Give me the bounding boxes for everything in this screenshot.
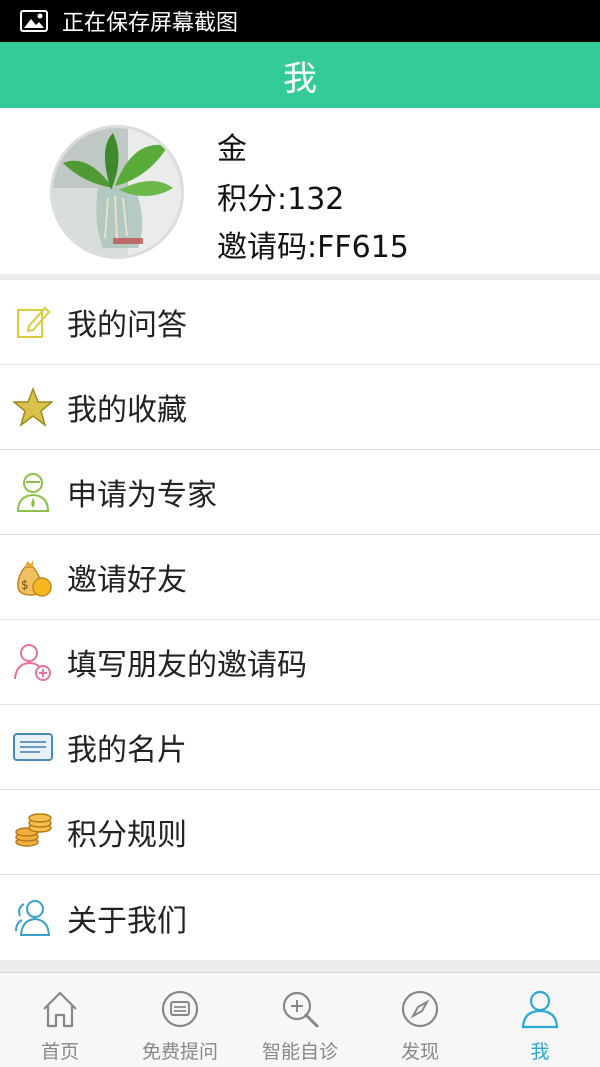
add-user-icon — [13, 642, 53, 682]
card-icon — [13, 727, 53, 767]
menu-item-favorites[interactable]: 我的收藏 — [0, 365, 600, 450]
menu-item-about-us[interactable]: 关于我们 — [0, 875, 600, 960]
tab-me[interactable]: 我 — [480, 973, 600, 1067]
menu-label: 申请为专家 — [67, 478, 217, 513]
home-icon — [38, 987, 82, 1031]
menu-label: 我的名片 — [67, 733, 187, 768]
tab-free-ask[interactable]: 免费提问 — [120, 973, 240, 1067]
tab-label: 首页 — [40, 1041, 79, 1063]
profile-invite-code: 邀请码:FF615 — [217, 230, 409, 265]
menu-item-fill-invite-code[interactable]: 填写朋友的邀请码 — [0, 620, 600, 705]
tab-label: 免费提问 — [141, 1041, 218, 1063]
menu-item-apply-expert[interactable]: 申请为专家 — [0, 450, 600, 535]
status-bar: 正在保存屏幕截图 — [0, 0, 600, 42]
menu-item-invite-friends[interactable]: $ 邀请好友 — [0, 535, 600, 620]
coins-icon — [13, 812, 53, 852]
menu-item-business-card[interactable]: 我的名片 — [0, 705, 600, 790]
tab-home[interactable]: 首页 — [0, 973, 120, 1067]
menu-list: 我的问答 我的收藏 申请为专家 $ 邀请好友 填写朋友的邀请码 我的名片 积分规… — [0, 280, 600, 960]
tab-self-diagnosis[interactable]: 智能自诊 — [240, 973, 360, 1067]
money-bag-icon: $ — [13, 557, 53, 597]
image-icon — [20, 10, 48, 32]
users-icon — [13, 898, 53, 938]
tab-label: 我 — [530, 1041, 550, 1063]
menu-label: 积分规则 — [67, 818, 187, 853]
status-text: 正在保存屏幕截图 — [62, 11, 239, 36]
menu-item-points-rules[interactable]: 积分规则 — [0, 790, 600, 875]
star-icon — [13, 387, 53, 427]
tab-label: 发现 — [400, 1041, 439, 1063]
menu-label: 我的问答 — [67, 308, 187, 343]
bottom-tab-bar: 首页 免费提问 智能自诊 发现 我 — [0, 972, 600, 1067]
menu-item-my-qa[interactable]: 我的问答 — [0, 280, 600, 365]
avatar[interactable] — [50, 125, 184, 259]
menu-label: 关于我们 — [67, 903, 187, 939]
page-title: 我 — [0, 42, 600, 108]
svg-text:$: $ — [21, 578, 29, 592]
profile-card[interactable]: 金 积分:132 邀请码:FF615 — [0, 108, 600, 274]
menu-label: 邀请好友 — [67, 563, 187, 598]
profile-score: 积分:132 — [217, 182, 345, 217]
expert-icon — [13, 472, 53, 512]
menu-label: 填写朋友的邀请码 — [67, 648, 307, 683]
chat-icon — [158, 987, 202, 1031]
menu-label: 我的收藏 — [67, 393, 187, 428]
edit-icon — [13, 302, 53, 342]
tab-label: 智能自诊 — [261, 1041, 338, 1063]
tab-discover[interactable]: 发现 — [360, 973, 480, 1067]
compass-icon — [398, 987, 442, 1031]
person-icon — [518, 987, 562, 1031]
profile-name: 金 — [217, 132, 247, 167]
search-plus-icon — [278, 987, 322, 1031]
